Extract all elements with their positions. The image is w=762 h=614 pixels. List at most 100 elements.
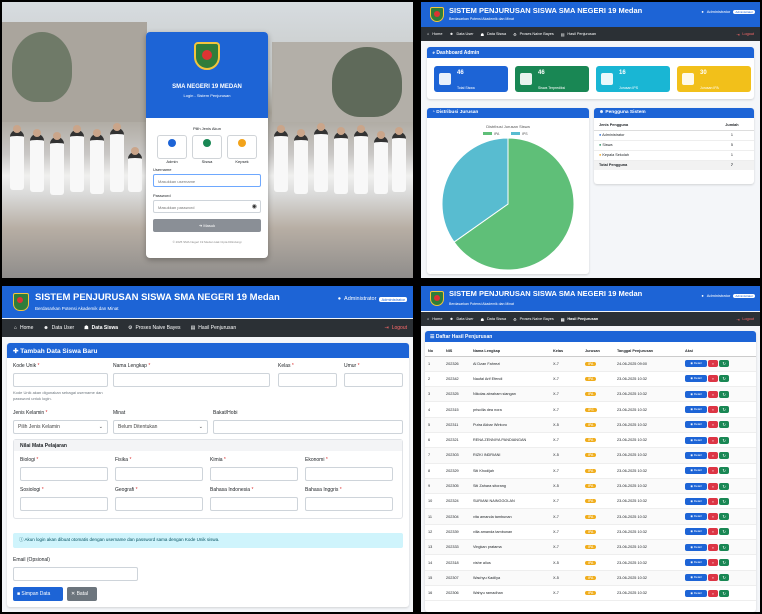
nav-data-siswa[interactable]: ☗ Data Siswa: [481, 317, 507, 322]
refresh-button[interactable]: ↻: [719, 451, 730, 459]
refresh-button[interactable]: ↻: [719, 574, 730, 582]
table-row: 7 202303 RIZKI INDRIANI X-5 IPA 23-06-2025 10…: [425, 447, 756, 464]
nav-naive-bayes[interactable]: ⚙ Proses Naive Bayes: [513, 317, 554, 322]
refresh-button[interactable]: ↻: [719, 543, 730, 551]
user-menu[interactable]: ● Administrator Administrator: [338, 296, 407, 302]
email-input[interactable]: [13, 567, 138, 581]
refresh-button[interactable]: ↻: [719, 528, 730, 536]
role-kepsek-button[interactable]: Kepsek: [227, 135, 257, 164]
detail-button[interactable]: ◉ Detail: [685, 513, 707, 521]
detail-button[interactable]: ◉ Detail: [685, 375, 707, 383]
detail-button[interactable]: ◉ Detail: [685, 406, 707, 414]
detail-button[interactable]: ◉ Detail: [685, 360, 707, 368]
umur-input[interactable]: [344, 373, 403, 387]
detail-button[interactable]: ◉ Detail: [685, 574, 707, 582]
nav-data-siswa[interactable]: ☗ Data Siswa: [84, 325, 118, 331]
delete-button[interactable]: ▪: [708, 360, 719, 368]
delete-button[interactable]: ▪: [708, 421, 719, 429]
bakat-input[interactable]: [213, 420, 403, 434]
detail-button[interactable]: ◉ Detail: [685, 589, 707, 597]
nav-naive-bayes[interactable]: ⚙ Proses Naive Bayes: [128, 325, 181, 331]
subject-score-input[interactable]: [20, 497, 108, 511]
refresh-button[interactable]: ↻: [719, 406, 730, 414]
cancel-button[interactable]: ✕ Batal: [67, 587, 97, 601]
detail-button[interactable]: ◉ Detail: [685, 436, 707, 444]
delete-button[interactable]: ▪: [708, 513, 719, 521]
delete-button[interactable]: ▪: [708, 436, 719, 444]
delete-button[interactable]: ▪: [708, 528, 719, 536]
nav-data-user[interactable]: ☻ Data User: [43, 325, 74, 331]
refresh-button[interactable]: ↻: [719, 559, 730, 566]
subject-score-input[interactable]: [115, 467, 203, 481]
delete-button[interactable]: ▪: [708, 482, 719, 490]
logout-link[interactable]: ⇥ Logout: [736, 317, 754, 322]
delete-button[interactable]: ▪: [708, 390, 719, 398]
nama-input[interactable]: [113, 373, 270, 387]
refresh-button[interactable]: ↻: [719, 375, 730, 383]
detail-button[interactable]: ◉ Detail: [685, 390, 707, 398]
detail-button[interactable]: ◉ Detail: [685, 497, 707, 505]
nav-home[interactable]: ⌂ Home: [427, 317, 442, 321]
password-input[interactable]: Masukkan password ◉: [153, 200, 261, 213]
refresh-button[interactable]: ↻: [719, 482, 730, 490]
kode-input[interactable]: [13, 373, 108, 387]
jk-select[interactable]: Pilih Jenis Kelamin ⌄: [13, 420, 108, 434]
nav-hasil[interactable]: ▤ Hasil Penjurusan: [561, 317, 598, 322]
refresh-button[interactable]: ↻: [719, 467, 730, 475]
detail-button[interactable]: ◉ Detail: [685, 528, 707, 536]
delete-button[interactable]: ▪: [708, 451, 719, 459]
gears-icon: ⚙: [513, 317, 517, 322]
nav-data-siswa[interactable]: ☗ Data Siswa: [481, 32, 507, 37]
subject-score-input[interactable]: [115, 497, 203, 511]
save-button[interactable]: ■ Simpan Data: [13, 587, 63, 601]
nav-home[interactable]: ⌂ Home: [14, 325, 33, 331]
nav-data-user[interactable]: ☻ Data User: [449, 317, 473, 321]
username-input[interactable]: Masukkan username: [153, 174, 261, 187]
refresh-button[interactable]: ↻: [719, 513, 730, 521]
subject-score-input[interactable]: [305, 497, 393, 511]
detail-button[interactable]: ◉ Detail: [685, 421, 707, 429]
delete-button[interactable]: ▪: [708, 589, 719, 597]
refresh-button[interactable]: ↻: [719, 589, 730, 597]
detail-button[interactable]: ◉ Detail: [685, 467, 707, 475]
refresh-button[interactable]: ↻: [719, 436, 730, 444]
refresh-button[interactable]: ↻: [719, 360, 730, 368]
subject-score-input[interactable]: [20, 467, 108, 481]
results-header: ☰ Daftar Hasil Penjurusan: [425, 331, 756, 342]
users-icon: ☻: [449, 32, 454, 36]
role-siswa-button[interactable]: Siswa: [192, 135, 222, 164]
minat-select[interactable]: Belum Ditentukan ⌄: [113, 420, 208, 434]
nav-naive-bayes[interactable]: ⚙ Proses Naive Bayes: [513, 32, 554, 37]
login-button[interactable]: ➔ Masuk: [153, 219, 261, 232]
user-menu[interactable]: ● Administrator Administrator: [701, 9, 755, 14]
detail-button[interactable]: ◉ Detail: [685, 543, 707, 551]
nav-data-user[interactable]: ☻ Data User: [449, 32, 473, 36]
delete-button[interactable]: ▪: [708, 559, 719, 566]
user-icon: ●: [701, 293, 704, 298]
nav-home[interactable]: ⌂ Home: [427, 32, 442, 36]
delete-button[interactable]: ▪: [708, 574, 719, 582]
eye-icon[interactable]: ◉: [252, 203, 257, 210]
subject-score-input[interactable]: [210, 467, 298, 481]
logout-link[interactable]: ⇥ Logout: [385, 325, 408, 331]
subject-score-input[interactable]: [305, 467, 393, 481]
home-icon: ⌂: [14, 325, 18, 331]
detail-button[interactable]: ◉ Detail: [685, 559, 707, 566]
refresh-button[interactable]: ↻: [719, 421, 730, 429]
delete-button[interactable]: ▪: [708, 497, 719, 505]
role-admin-button[interactable]: Admin: [157, 135, 187, 164]
refresh-button[interactable]: ↻: [719, 497, 730, 505]
detail-button[interactable]: ◉ Detail: [685, 482, 707, 490]
delete-button[interactable]: ▪: [708, 543, 719, 551]
logout-link[interactable]: ⇥ Logout: [736, 32, 754, 37]
user-menu[interactable]: ● Administrator Administrator: [701, 293, 755, 298]
detail-button[interactable]: ◉ Detail: [685, 451, 707, 459]
nav-hasil[interactable]: ▤ Hasil Penjurusan: [191, 325, 237, 331]
subject-score-input[interactable]: [210, 497, 298, 511]
delete-button[interactable]: ▪: [708, 467, 719, 475]
nav-hasil[interactable]: ▤ Hasil Penjurusan: [561, 32, 596, 37]
refresh-button[interactable]: ↻: [719, 390, 730, 398]
kelas-input[interactable]: [278, 373, 337, 387]
delete-button[interactable]: ▪: [708, 375, 719, 383]
delete-button[interactable]: ▪: [708, 406, 719, 414]
